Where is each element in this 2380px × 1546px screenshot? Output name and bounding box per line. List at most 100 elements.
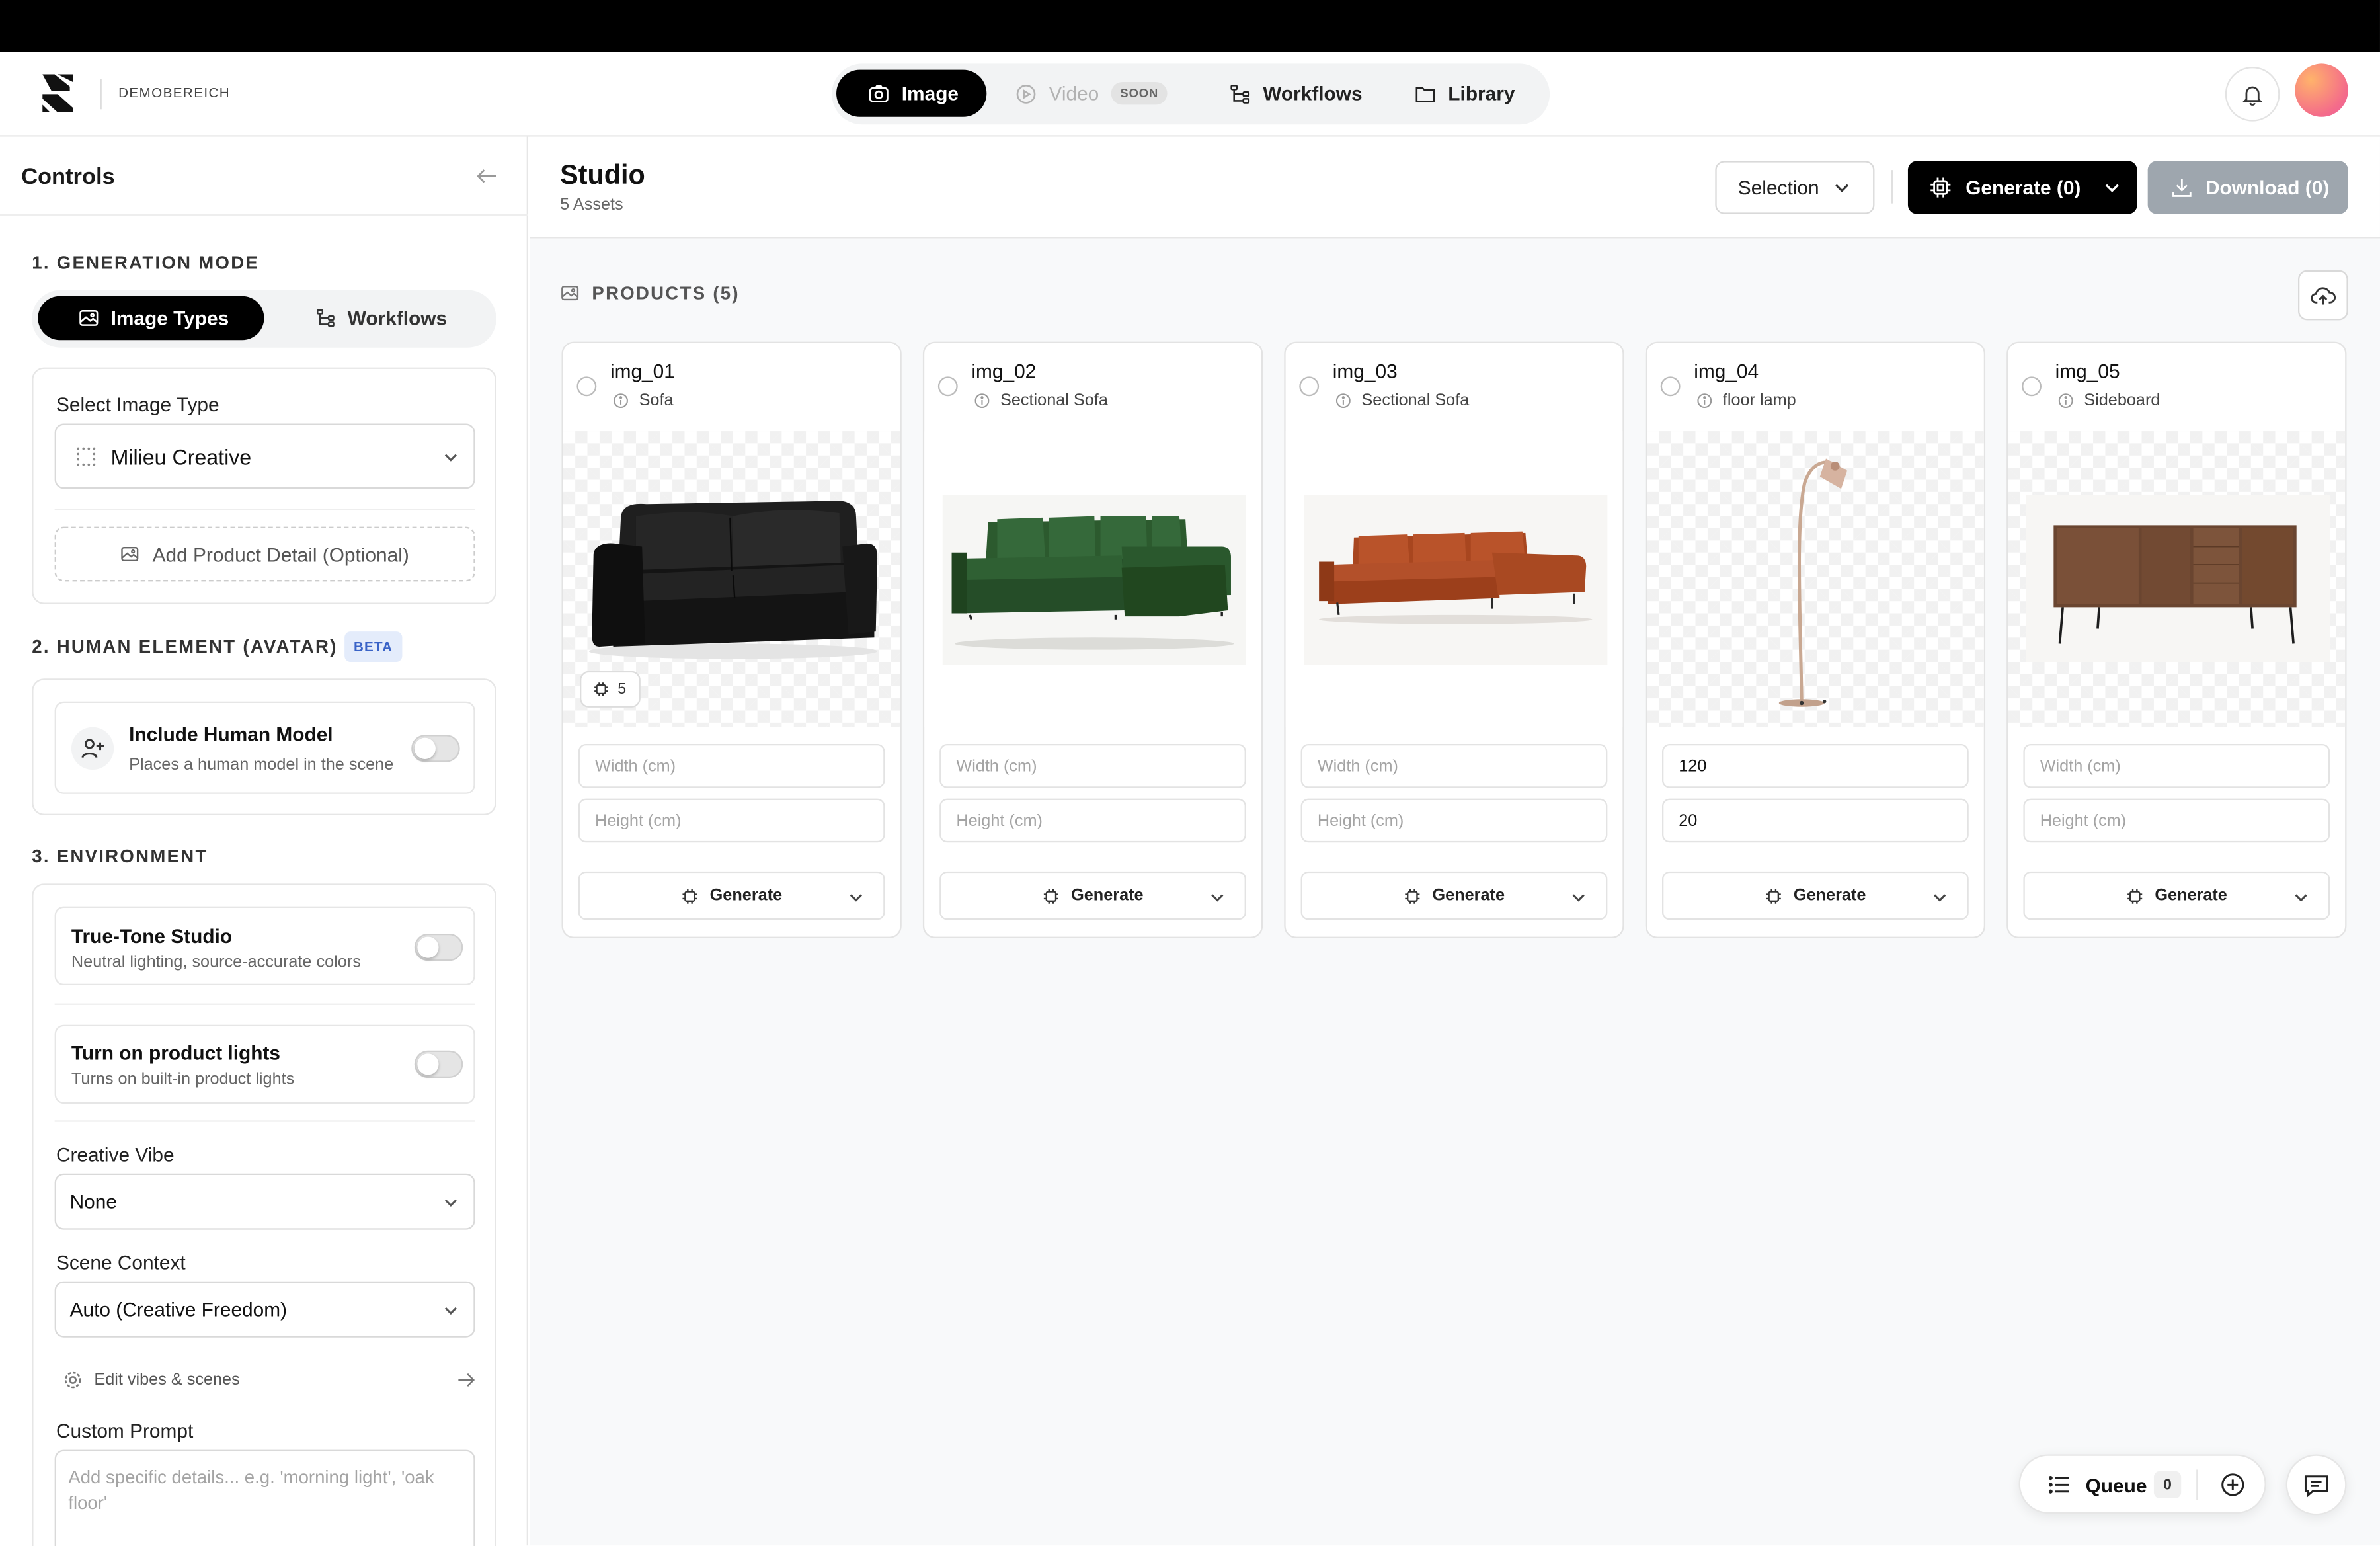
image-type-select[interactable]: Milieu Creative	[54, 423, 475, 489]
nav-workflows-tab[interactable]: Workflows	[1230, 70, 1363, 117]
nav-image-label: Image	[901, 81, 959, 105]
product-lights-option[interactable]: Turn on product lights Turns on built-in…	[54, 1024, 475, 1104]
width-input[interactable]	[2023, 743, 2330, 788]
download-label: Download (0)	[2205, 176, 2330, 199]
chat-icon	[2304, 1475, 2328, 1497]
width-input[interactable]	[1662, 743, 1969, 788]
custom-prompt-textarea[interactable]	[54, 1449, 475, 1546]
generate-button[interactable]: Generate	[2023, 871, 2330, 920]
products-title: PRODUCTS (5)	[592, 282, 740, 304]
chevron-down-icon[interactable]	[1932, 889, 1948, 905]
notifications-button[interactable]	[2225, 67, 2280, 122]
select-radio[interactable]	[937, 376, 958, 397]
mode-image-types-button[interactable]: Image Types	[38, 296, 264, 341]
page-title: Studio	[560, 159, 645, 190]
edit-vibes-link[interactable]: Edit vibes & scenes	[63, 1369, 475, 1394]
generation-count-badge: 5	[580, 671, 640, 708]
chip-icon	[1930, 177, 1951, 198]
generate-button[interactable]: Generate	[1300, 871, 1608, 920]
nav-workflows-label: Workflows	[1263, 81, 1363, 105]
collapse-arrow-icon[interactable]	[477, 167, 498, 186]
select-radio[interactable]	[2022, 376, 2042, 397]
workflow-icon	[317, 309, 335, 327]
product-type: Sideboard	[2058, 391, 2160, 410]
chevron-down-icon[interactable]	[1571, 889, 1586, 905]
mode-workflows-button[interactable]: Workflows	[316, 296, 447, 341]
select-radio[interactable]	[576, 376, 597, 397]
product-type: Sectional Sofa	[974, 391, 1108, 410]
product-image[interactable]	[924, 431, 1261, 727]
height-input[interactable]	[1662, 798, 1969, 843]
height-input[interactable]	[939, 798, 1246, 843]
product-lights-toggle[interactable]	[414, 1050, 463, 1078]
info-icon	[2058, 393, 2073, 409]
chevron-down-icon	[444, 453, 457, 461]
add-product-detail-button[interactable]: Add Product Detail (Optional)	[54, 526, 475, 582]
product-card[interactable]: img_04 floor lamp Generate	[1645, 341, 1986, 938]
product-name: img_05	[2055, 360, 2120, 383]
product-type-label: Sofa	[639, 391, 674, 410]
logo-icon[interactable]	[40, 71, 76, 114]
section-environment-title: 3. ENVIRONMENT	[32, 845, 208, 867]
scene-context-value: Auto (Creative Freedom)	[69, 1297, 288, 1321]
mode-image-types-label: Image Types	[110, 306, 229, 330]
generation-mode-toggle: Image Types Workflows	[32, 290, 496, 348]
select-radio[interactable]	[1660, 376, 1681, 397]
product-image[interactable]	[2008, 431, 2346, 727]
chip-icon	[1043, 888, 1058, 903]
download-button[interactable]: Download (0)	[2147, 161, 2348, 214]
product-name: img_03	[1332, 360, 1398, 383]
edit-vibes-label: Edit vibes & scenes	[94, 1371, 240, 1389]
generate-button[interactable]: Generate	[1662, 871, 1969, 920]
creative-vibe-select[interactable]: None	[54, 1173, 475, 1230]
workflow-icon	[1230, 83, 1250, 103]
product-card[interactable]: img_02 Sectional Sofa Width (cm) Height …	[922, 341, 1263, 938]
chip-icon	[594, 682, 608, 696]
nav-image-tab[interactable]: Image	[836, 69, 987, 117]
width-input[interactable]	[578, 743, 885, 788]
chevron-down-icon[interactable]	[848, 889, 863, 905]
generate-button[interactable]: Generate	[578, 871, 885, 920]
product-card[interactable]: img_01 Sofa 5 Width (cm) Height (cm) Gen…	[561, 341, 902, 938]
human-model-toggle[interactable]	[411, 735, 460, 762]
chat-button[interactable]	[2285, 1454, 2347, 1516]
image-icon	[561, 286, 579, 301]
upload-button[interactable]	[2297, 270, 2348, 321]
product-card[interactable]: img_03 Sectional Sofa Width (cm) Height …	[1284, 341, 1624, 938]
height-input[interactable]	[578, 798, 885, 843]
product-image[interactable]	[1647, 431, 1984, 727]
nav-video-tab[interactable]: Video SOON	[1015, 70, 1168, 117]
chevron-down-icon	[444, 1306, 457, 1314]
header-divider	[1891, 170, 1893, 204]
chip-icon	[682, 888, 697, 903]
width-input[interactable]	[1300, 743, 1608, 788]
include-human-model-option[interactable]: Include Human Model Places a human model…	[54, 701, 475, 794]
true-tone-studio-option[interactable]: True-Tone Studio Neutral lighting, sourc…	[54, 906, 475, 986]
product-lights-subtitle: Turns on built-in product lights	[71, 1070, 295, 1089]
height-input[interactable]	[1300, 798, 1608, 843]
nav-library-tab[interactable]: Library	[1415, 70, 1515, 117]
plus-circle-icon[interactable]	[2221, 1473, 2245, 1497]
orange-sectional-illustration	[1304, 495, 1608, 665]
chip-icon	[2127, 888, 2142, 903]
chevron-down-icon[interactable]	[1210, 889, 1225, 905]
select-radio[interactable]	[1299, 376, 1320, 397]
selection-dropdown[interactable]: Selection	[1715, 161, 1875, 214]
generate-all-button[interactable]: Generate (0)	[1907, 161, 2137, 214]
assets-count: 5 Assets	[560, 196, 623, 214]
product-image[interactable]	[1285, 431, 1623, 727]
list-icon	[2049, 1475, 2069, 1494]
scene-context-select[interactable]: Auto (Creative Freedom)	[54, 1281, 475, 1338]
generate-button[interactable]: Generate	[939, 871, 1246, 920]
image-icon	[122, 546, 139, 562]
user-avatar[interactable]	[2295, 63, 2348, 117]
truetone-toggle[interactable]	[414, 933, 463, 961]
width-input[interactable]	[939, 743, 1246, 788]
height-input[interactable]	[2023, 798, 2330, 843]
product-card[interactable]: img_05 Sideboard Width (cm) Height (cm) …	[2006, 341, 2347, 938]
chevron-down-icon[interactable]	[2293, 889, 2309, 905]
generate-label: Generate	[1432, 886, 1505, 905]
info-icon	[1697, 393, 1712, 409]
info-icon	[974, 393, 990, 409]
queue-widget[interactable]: Queue 0	[2018, 1454, 2266, 1514]
